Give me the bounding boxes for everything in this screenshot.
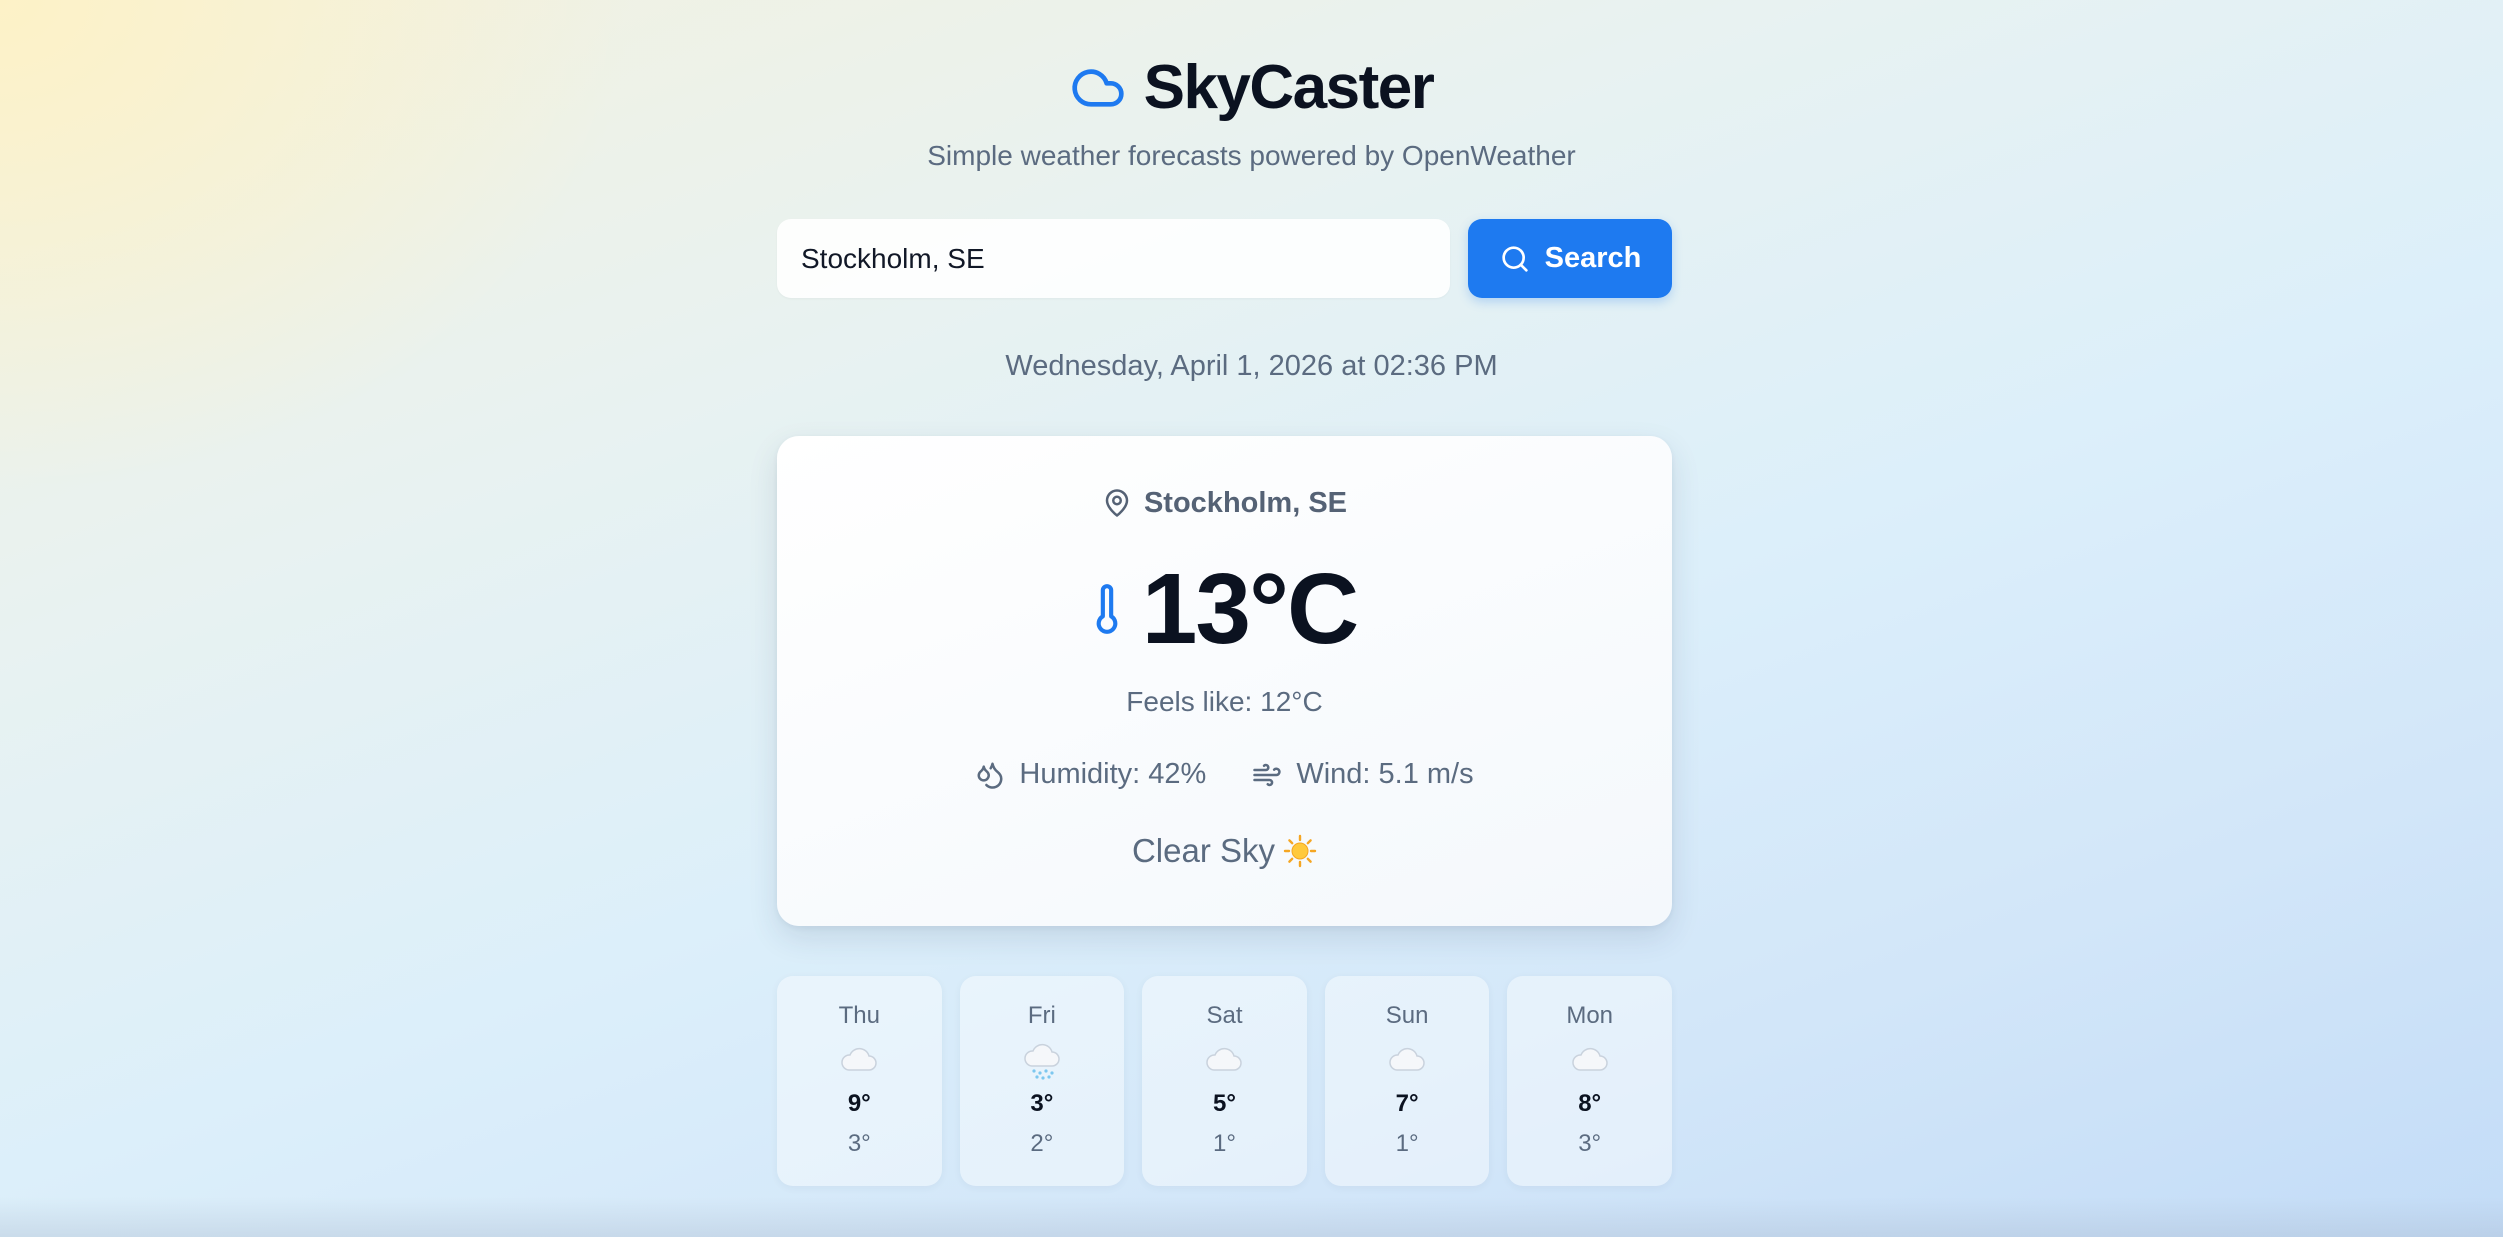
forecast-low: 1°: [1395, 1130, 1419, 1157]
forecast-day-card: Fri 3° 2°: [959, 976, 1125, 1186]
app-header: SkyCaster Simple weather forecasts power…: [0, 52, 2503, 174]
search-icon: [1501, 245, 1528, 272]
forecast-day-card: Thu 9° 3°: [777, 976, 942, 1186]
location: Stockholm, SE: [777, 486, 1672, 520]
cloud-icon: [1389, 1047, 1425, 1071]
cloud-icon: [1206, 1047, 1243, 1071]
temperature: 13°C: [1141, 553, 1359, 665]
search-bar: Search: [777, 219, 1672, 298]
forecast-low: 2°: [1030, 1130, 1054, 1157]
search-button-label: Search: [1544, 242, 1642, 274]
forecast-day-card: Sun 7° 1°: [1324, 976, 1490, 1186]
feels-like: Feels like: 12°C: [1126, 686, 1323, 717]
wind-icon: [1253, 763, 1281, 786]
forecast-day-name: Sun: [1385, 1002, 1429, 1029]
condition-text: Clear Sky: [1131, 832, 1276, 869]
humidity-text: Humidity: 42%: [1019, 758, 1207, 790]
location-name: Stockholm, SE: [1143, 486, 1348, 519]
weather-condition: Clear Sky: [777, 832, 1672, 870]
forecast-day-name: Fri: [1027, 1002, 1056, 1029]
app-title: SkyCaster: [1143, 53, 1435, 122]
thermometer-icon: [1096, 584, 1118, 634]
forecast-day-card: Sat 5° 1°: [1142, 976, 1307, 1186]
temperature-row: 13°C: [777, 554, 1672, 664]
forecast-low: 1°: [1213, 1130, 1236, 1157]
current-datetime: Wednesday, April 1, 2026 at 02:36 PM: [1005, 350, 1498, 382]
forecast-high: 7°: [1395, 1090, 1419, 1117]
forecast-high: 9°: [847, 1090, 871, 1117]
forecast-low: 3°: [847, 1130, 871, 1157]
droplets-icon: [977, 762, 1003, 789]
cloud-icon: [1070, 60, 1126, 116]
current-weather-card: Stockholm, SE 13°C Feels like: 12°C Humi…: [777, 436, 1672, 926]
forecast-high: 5°: [1213, 1090, 1236, 1117]
sun-icon: [1283, 834, 1317, 868]
humidity-stat: Humidity: 42%: [975, 758, 1206, 791]
cloud-icon: [841, 1047, 878, 1071]
forecast-day-name: Mon: [1566, 1002, 1614, 1029]
forecast-high: 3°: [1030, 1090, 1054, 1117]
forecast-high: 8°: [1578, 1090, 1602, 1117]
bottom-shade: [0, 1197, 2503, 1237]
cloud-snow-icon: [1024, 1043, 1060, 1080]
forecast-day-name: Thu: [838, 1002, 880, 1029]
app-subtitle: Simple weather forecasts powered by Open…: [927, 140, 1576, 171]
wind-text: Wind: 5.1 m/s: [1296, 758, 1474, 790]
forecast-day-card: Mon 8° 3°: [1507, 976, 1672, 1186]
wind-stat: Wind: 5.1 m/s: [1252, 758, 1474, 791]
forecast-day-name: Sat: [1206, 1002, 1243, 1029]
weather-stats: Humidity: 42% Wind: 5.1 m/s: [777, 758, 1672, 791]
search-button[interactable]: Search: [1468, 219, 1672, 298]
forecast-low: 3°: [1578, 1130, 1602, 1157]
five-day-forecast: Thu 9° 3° Fri 3° 2° Sat 5° 1° Sun 7° 1° …: [777, 976, 1672, 1186]
brand: SkyCaster: [1070, 52, 1435, 124]
city-search-input[interactable]: [777, 219, 1450, 298]
map-pin-icon: [1105, 489, 1129, 517]
cloud-icon: [1571, 1047, 1608, 1071]
